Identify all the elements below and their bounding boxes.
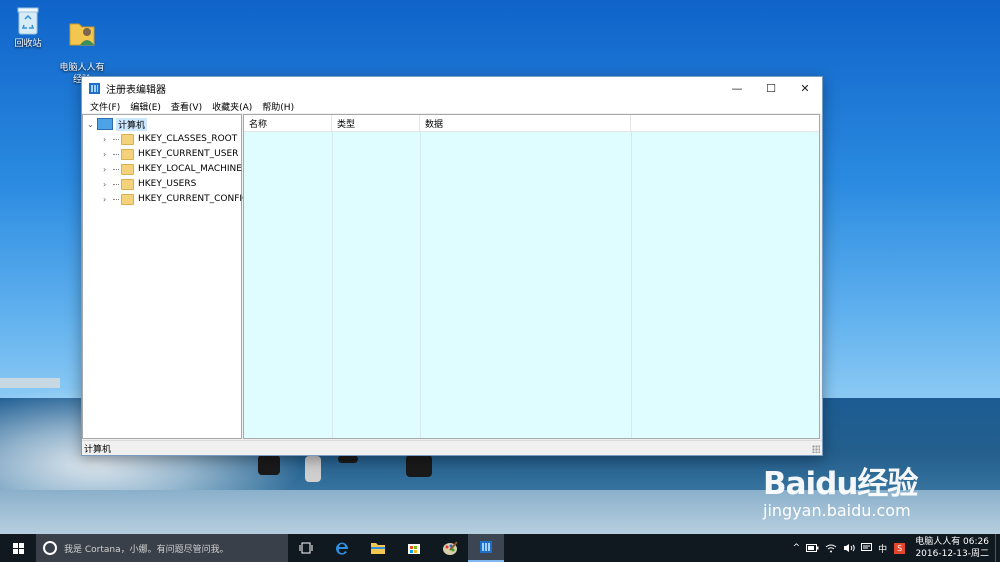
- list-header: 名称 类型 数据: [244, 115, 819, 132]
- horse-leg: [305, 456, 321, 482]
- column-header-name[interactable]: 名称: [244, 115, 332, 131]
- store-icon: [408, 544, 420, 554]
- minimize-button[interactable]: —: [720, 77, 754, 99]
- tree-connector: [113, 168, 119, 170]
- baidu-jingyan-watermark: Baidu经验 jingyan.baidu.com: [763, 458, 918, 520]
- desktop-icon-recycle-bin[interactable]: 回收站: [0, 6, 56, 50]
- tree-connector: [113, 198, 119, 200]
- folder-icon: [121, 133, 134, 145]
- tree-item-hkey-current-config[interactable]: › HKEY_CURRENT_CONFIG: [103, 192, 249, 206]
- chevron-down-icon[interactable]: ⌄: [87, 120, 97, 129]
- desktop-icon-user-folder[interactable]: 电脑人人有 经验: [54, 6, 110, 86]
- tree-item-label: HKEY_LOCAL_MACHINE: [138, 164, 242, 174]
- computer-icon: [97, 118, 113, 130]
- horse-leg: [406, 455, 432, 477]
- paint-icon: [443, 541, 458, 555]
- system-tray: ^ 中 S 电脑人人有 06:26 2016-12-13-周二: [790, 534, 1000, 562]
- tree-connector: [113, 183, 119, 185]
- desktop-icon-label: 回收站: [14, 39, 42, 49]
- cortana-icon: [43, 541, 57, 555]
- taskbar-edge[interactable]: [324, 534, 360, 562]
- folder-icon: [121, 193, 134, 205]
- menu-help[interactable]: 帮助(H): [257, 100, 299, 113]
- task-view-icon: [299, 542, 313, 554]
- chevron-right-icon[interactable]: ›: [103, 195, 113, 204]
- folder-icon: [121, 178, 134, 190]
- values-list[interactable]: 名称 类型 数据: [243, 114, 820, 439]
- tree-item-hkey-users[interactable]: › HKEY_USERS: [103, 177, 196, 191]
- taskbar-file-explorer[interactable]: [360, 534, 396, 562]
- windows-logo-icon: [12, 542, 24, 554]
- regedit-icon: [480, 541, 492, 553]
- folder-icon: [121, 148, 134, 160]
- taskbar-paint[interactable]: [432, 534, 468, 562]
- tree-item-label: HKEY_CURRENT_CONFIG: [138, 194, 250, 204]
- task-view-button[interactable]: [288, 534, 324, 562]
- registry-editor-window: 注册表编辑器 — ☐ ✕ 文件(F) 编辑(E) 查看(V) 收藏夹(A) 帮助…: [81, 76, 823, 456]
- taskbar: 我是 Cortana，小娜。有问题尽管问我。 ^ 中 S 电脑人人有 06:26…: [0, 534, 1000, 562]
- menu-file[interactable]: 文件(F): [85, 100, 125, 113]
- clock-line-2: 2016-12-13-周二: [915, 549, 989, 559]
- tree-connector: [113, 153, 119, 155]
- show-desktop-button[interactable]: [995, 534, 1000, 562]
- chevron-right-icon[interactable]: ›: [103, 180, 113, 189]
- tree-item-hkey-classes-root[interactable]: › HKEY_CLASSES_ROOT: [103, 132, 237, 146]
- menu-bar: 文件(F) 编辑(E) 查看(V) 收藏夹(A) 帮助(H): [82, 99, 822, 113]
- taskbar-clock[interactable]: 电脑人人有 06:26 2016-12-13-周二: [909, 536, 995, 560]
- volume-icon[interactable]: [843, 543, 855, 553]
- chevron-right-icon[interactable]: ›: [103, 135, 113, 144]
- column-header-type[interactable]: 类型: [332, 115, 420, 131]
- tree-item-hkey-local-machine[interactable]: › HKEY_LOCAL_MACHINE: [103, 162, 242, 176]
- tree-item-label: HKEY_CURRENT_USER: [138, 149, 239, 159]
- window-controls: — ☐ ✕: [720, 77, 822, 99]
- status-bar: 计算机: [82, 440, 822, 455]
- watermark-logo: Baidu经验: [763, 466, 918, 502]
- title-bar[interactable]: 注册表编辑器 — ☐ ✕: [82, 77, 822, 99]
- cortana-search-box[interactable]: 我是 Cortana，小娜。有问题尽管问我。: [36, 534, 288, 562]
- tree-item-label: HKEY_USERS: [138, 179, 197, 189]
- key-tree[interactable]: ⌄ 计算机 › HKEY_CLASSES_ROOT › HKEY_CURRENT…: [82, 114, 249, 439]
- show-hidden-icons-button[interactable]: ^: [793, 543, 801, 553]
- folder-icon: [121, 163, 134, 175]
- status-path: 计算机: [84, 444, 112, 455]
- start-button[interactable]: [0, 534, 36, 562]
- tree-connector: [113, 138, 119, 140]
- menu-edit[interactable]: 编辑(E): [125, 100, 166, 113]
- menu-favorites[interactable]: 收藏夹(A): [207, 100, 257, 113]
- sogou-ime-icon[interactable]: S: [894, 542, 906, 554]
- action-center-icon[interactable]: [861, 543, 873, 553]
- column-header-data[interactable]: 数据: [420, 115, 631, 131]
- taskbar-regedit[interactable]: [468, 534, 504, 562]
- battery-icon[interactable]: [806, 544, 819, 552]
- tree-root-computer[interactable]: ⌄ 计算机: [87, 117, 148, 131]
- resize-grip-icon[interactable]: [812, 445, 820, 453]
- column-divider: [631, 131, 632, 438]
- watermark-url: jingyan.baidu.com: [763, 501, 911, 520]
- input-method-indicator[interactable]: 中: [878, 542, 887, 555]
- cortana-placeholder: 我是 Cortana，小娜。有问题尽管问我。: [64, 544, 229, 555]
- chevron-right-icon[interactable]: ›: [103, 150, 113, 159]
- edge-icon: [336, 542, 349, 555]
- wifi-icon[interactable]: [825, 543, 837, 553]
- chevron-right-icon[interactable]: ›: [103, 165, 113, 174]
- taskbar-store[interactable]: [396, 534, 432, 562]
- user-folder-icon: [69, 23, 95, 46]
- file-explorer-icon: [371, 543, 385, 554]
- horse-leg: [258, 455, 280, 475]
- column-divider: [420, 131, 421, 438]
- tree-item-hkey-current-user[interactable]: › HKEY_CURRENT_USER: [103, 147, 238, 161]
- clock-line-1: 电脑人人有 06:26: [915, 537, 989, 547]
- maximize-button[interactable]: ☐: [754, 77, 788, 99]
- tree-root-label: 计算机: [116, 117, 148, 131]
- menu-view[interactable]: 查看(V): [166, 100, 207, 113]
- panes: ⌄ 计算机 › HKEY_CLASSES_ROOT › HKEY_CURRENT…: [82, 114, 822, 439]
- column-divider: [332, 131, 333, 438]
- horse-leg: [338, 455, 358, 463]
- recycle-bin-icon: [17, 7, 39, 35]
- tree-item-label: HKEY_CLASSES_ROOT: [138, 134, 238, 144]
- regedit-icon: [89, 82, 100, 94]
- close-button[interactable]: ✕: [788, 77, 822, 99]
- window-title: 注册表编辑器: [106, 84, 166, 96]
